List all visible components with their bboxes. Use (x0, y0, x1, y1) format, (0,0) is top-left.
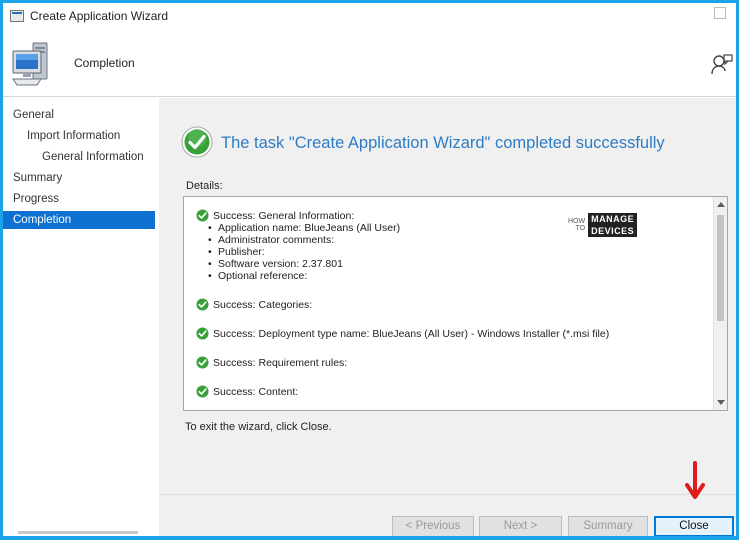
app-window-icon (10, 10, 24, 22)
wizard-footer: < Previous Next > Summary Close (159, 494, 736, 536)
detail-block-requirement-rules: Success: Requirement rules: (196, 356, 706, 369)
watermark-badge: MANAGE (588, 213, 638, 225)
watermark-text: HOW (568, 218, 586, 225)
details-scrollbar[interactable] (713, 197, 727, 410)
scroll-up-arrow-icon[interactable] (717, 202, 725, 207)
watermark-badge: DEVICES (588, 225, 638, 237)
details-box[interactable]: Success: General Information: Applicatio… (183, 196, 728, 411)
nav-item-summary[interactable]: Summary (3, 169, 155, 187)
exit-hint: To exit the wizard, click Close. (185, 421, 332, 433)
nav-item-label: Completion (13, 214, 72, 226)
nav-scrollbar[interactable] (18, 531, 138, 534)
wizard-steps-nav: General Import Information General Infor… (3, 98, 158, 536)
nav-item-general-information[interactable]: General Information (3, 148, 155, 166)
nav-item-label: Progress (13, 193, 60, 205)
nav-item-progress[interactable]: Progress (3, 190, 155, 208)
main-content: The task "Create Application Wizard" com… (159, 98, 736, 494)
success-check-icon (196, 356, 209, 369)
red-down-arrow-icon (685, 461, 705, 499)
nav-item-label: Summary (13, 172, 63, 184)
success-check-icon (196, 209, 209, 222)
next-button[interactable]: Next > (479, 516, 562, 536)
summary-button[interactable]: Summary (568, 516, 648, 536)
detail-block-categories: Success: Categories: (196, 298, 706, 311)
window-title: Create Application Wizard (30, 9, 169, 23)
completion-headline: The task "Create Application Wizard" com… (221, 134, 665, 152)
feedback-icon[interactable] (711, 53, 733, 75)
details-label: Details: (186, 180, 223, 192)
watermark-logo: HOW TO MANAGE DEVICES (568, 213, 638, 237)
detail-heading: Success: Categories: (213, 298, 313, 311)
watermark-text: TO (575, 225, 586, 232)
detail-heading: Success: General Information: (213, 209, 355, 222)
title-bar: Create Application Wizard (3, 3, 736, 29)
detail-bullet: Software version: 2.37.801 (208, 258, 706, 270)
previous-button[interactable]: < Previous (392, 516, 474, 536)
page-title: Completion (74, 56, 135, 70)
nav-item-label: General Information (42, 151, 144, 163)
window-close-icon[interactable] (714, 7, 726, 19)
close-button[interactable]: Close (654, 516, 734, 536)
nav-item-completion[interactable]: Completion (3, 211, 155, 229)
success-check-icon (196, 327, 209, 340)
nav-item-general[interactable]: General (3, 106, 155, 124)
success-check-icon (196, 298, 209, 311)
success-check-icon (196, 385, 209, 398)
success-check-icon (181, 126, 213, 158)
detail-heading: Success: Deployment type name: BlueJeans… (213, 327, 610, 340)
wizard-window: Create Application Wizard Completion Gen… (3, 3, 736, 536)
scroll-thumb[interactable] (717, 215, 724, 321)
nav-item-import-information[interactable]: Import Information (3, 127, 155, 145)
wizard-header: Completion (3, 29, 736, 97)
detail-bullet: Optional reference: (208, 270, 706, 282)
nav-item-label: General (13, 109, 54, 121)
scroll-down-arrow-icon[interactable] (717, 400, 725, 405)
detail-block-deployment-type: Success: Deployment type name: BlueJeans… (196, 327, 706, 340)
nav-item-label: Import Information (27, 130, 121, 142)
detail-heading: Success: Content: (213, 385, 299, 398)
detail-heading: Success: Requirement rules: (213, 356, 348, 369)
detail-bullet: Publisher: (208, 246, 706, 258)
computer-icon (12, 42, 48, 86)
detail-block-content: Success: Content: (196, 385, 706, 398)
details-list: Success: General Information: Applicatio… (196, 209, 706, 410)
